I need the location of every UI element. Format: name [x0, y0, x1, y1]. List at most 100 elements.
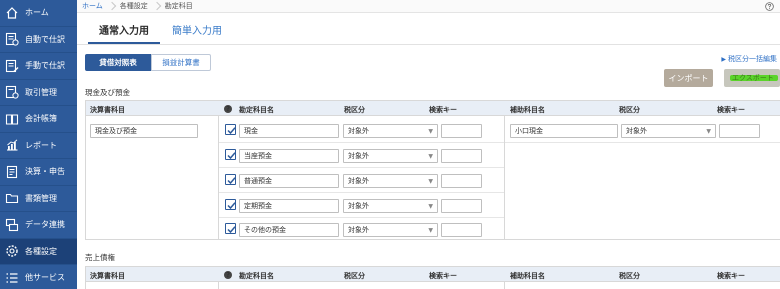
tax-category-value: 対象外 [348, 177, 369, 185]
import-button[interactable]: インポート [664, 69, 713, 87]
sidebar-item-label: データ連携 [25, 220, 65, 230]
search-key-input[interactable] [441, 149, 482, 163]
sidebar-item-auto-journal[interactable]: 自動で仕訳 [0, 27, 77, 53]
tab-simple-input[interactable]: 簡単入力用 [172, 22, 222, 37]
export-button-label: エクスポート [732, 74, 774, 82]
app-root: ホーム 自動で仕訳 手動で仕訳 取引管理 会計帳簿 レポート 決算・申告 書類管… [0, 0, 780, 289]
account-checkbox[interactable] [225, 124, 236, 135]
bulk-tax-edit-label: 税区分一括編集 [728, 55, 777, 63]
auto-journal-icon [5, 33, 19, 46]
caret-down-icon: ▼ [428, 178, 433, 185]
search-key-input[interactable] [441, 223, 482, 237]
caret-down-icon: ▼ [428, 128, 433, 135]
col-sub-search-key: 検索キー [717, 106, 745, 114]
accounts-table: 決算書科目 ? 勘定科目名 税区分 検索キー 補助科目名 税区分 検索キー [85, 266, 780, 289]
row-divider [219, 192, 504, 193]
tax-category-select[interactable]: 対象外 ▼ [343, 199, 438, 213]
sub-search-key-input[interactable] [719, 124, 760, 138]
tab-normal-input[interactable]: 通常入力用 [99, 22, 149, 37]
sidebar-item-transactions[interactable]: 取引管理 [0, 80, 77, 106]
account-name-input[interactable]: その他の預金 [239, 223, 339, 237]
col-sub-tax-category: 税区分 [619, 272, 640, 280]
tax-category-value: 対象外 [348, 202, 369, 210]
tab-divider [77, 44, 780, 45]
sidebar-item-other-services[interactable]: 他サービス [0, 265, 77, 289]
triangle-right-icon: ▶ [721, 56, 726, 63]
ledger-icon [5, 114, 19, 125]
col-tax-category: 税区分 [344, 106, 365, 114]
toggle-income-statement[interactable]: 損益計算書 [151, 54, 211, 71]
tax-category-select[interactable]: 対象外 ▼ [343, 149, 438, 163]
col-search-key: 検索キー [429, 272, 457, 280]
sub-tax-category-value: 対象外 [626, 127, 647, 135]
account-checkbox[interactable] [225, 174, 236, 185]
statement-item-input[interactable]: 現金及び預金 [90, 124, 198, 138]
account-checkbox[interactable] [225, 149, 236, 160]
col-sub-search-key: 検索キー [717, 272, 745, 280]
col-tax-category: 税区分 [344, 272, 365, 280]
help-icon[interactable] [765, 2, 774, 11]
column-divider [218, 116, 219, 240]
account-name-input[interactable]: 普通預金 [239, 174, 339, 188]
col-search-key: 検索キー [429, 106, 457, 114]
table-bottom-border [86, 239, 780, 240]
toggle-balance-sheet[interactable]: 貸借対照表 [85, 54, 151, 71]
sidebar-item-label: ホーム [25, 8, 49, 18]
col-sub-account-name: 補助科目名 [510, 272, 545, 280]
report-icon [7, 139, 18, 151]
account-name-input[interactable]: 当座預金 [239, 149, 339, 163]
export-button[interactable]: エクスポート [724, 69, 780, 87]
sidebar-item-label: 自動で仕訳 [25, 34, 65, 44]
sidebar-item-data-link[interactable]: データ連携 [0, 212, 77, 239]
folder-icon [5, 194, 19, 204]
sub-account-name-input[interactable]: 小口現金 [510, 124, 618, 138]
sidebar-item-manual-journal[interactable]: 手動で仕訳 [0, 53, 77, 80]
tax-category-select[interactable]: 対象外 ▼ [343, 223, 438, 237]
sidebar-item-label: 取引管理 [25, 87, 57, 97]
account-checkbox[interactable] [225, 223, 236, 234]
sidebar-item-ledger[interactable]: 会計帳簿 [0, 106, 77, 133]
breadcrumb-home[interactable]: ホーム [77, 1, 109, 11]
sidebar-item-label: 決算・申告 [25, 167, 65, 177]
sidebar-item-home[interactable]: ホーム [0, 0, 77, 27]
tax-category-select[interactable]: 対象外 ▼ [343, 174, 438, 188]
sidebar-item-settlement[interactable]: 決算・申告 [0, 159, 77, 186]
row-divider [219, 142, 504, 143]
checkmark-icon [227, 177, 236, 185]
sidebar: ホーム 自動で仕訳 手動で仕訳 取引管理 会計帳簿 レポート 決算・申告 書類管… [0, 0, 77, 289]
caret-down-icon: ▼ [428, 227, 433, 234]
question-icon[interactable]: ? [224, 105, 232, 113]
search-key-input[interactable] [441, 124, 482, 138]
tax-category-select[interactable]: 対象外 ▼ [343, 124, 438, 138]
account-name-input[interactable]: 定期預金 [239, 199, 339, 213]
breadcrumb-settings: 各種設定 [119, 2, 148, 10]
sidebar-item-reports[interactable]: レポート [0, 133, 77, 159]
sidebar-item-settings[interactable]: 各種設定 [0, 238, 77, 265]
sub-tax-category-select[interactable]: 対象外 ▼ [621, 124, 716, 138]
services-icon [6, 273, 18, 283]
sidebar-item-label: 手動で仕訳 [25, 61, 65, 71]
col-statement-item: 決算書科目 [90, 272, 125, 280]
search-key-input[interactable] [441, 174, 482, 188]
search-key-input[interactable] [441, 199, 482, 213]
col-sub-tax-category: 税区分 [619, 106, 640, 114]
tax-category-value: 対象外 [348, 226, 369, 234]
home-icon [6, 6, 18, 19]
checkmark-icon [227, 202, 236, 210]
column-divider [504, 116, 505, 240]
sidebar-item-documents[interactable]: 書類管理 [0, 186, 77, 212]
col-sub-account-name: 補助科目名 [510, 106, 545, 114]
row-divider [219, 217, 504, 218]
account-name-input[interactable]: 現金 [239, 124, 339, 138]
bulk-tax-edit-link[interactable]: ▶ 税区分一括編集 [721, 54, 777, 64]
question-icon[interactable]: ? [224, 271, 232, 279]
account-checkbox[interactable] [225, 199, 236, 210]
tax-category-value: 対象外 [348, 127, 369, 135]
caret-down-icon: ▼ [706, 128, 711, 135]
section-title: 現金及び預金 [85, 88, 130, 97]
column-divider [504, 282, 505, 289]
transaction-icon [5, 86, 19, 99]
manual-journal-icon [5, 59, 19, 72]
settlement-icon [6, 165, 18, 178]
col-statement-item: 決算書科目 [90, 106, 125, 114]
